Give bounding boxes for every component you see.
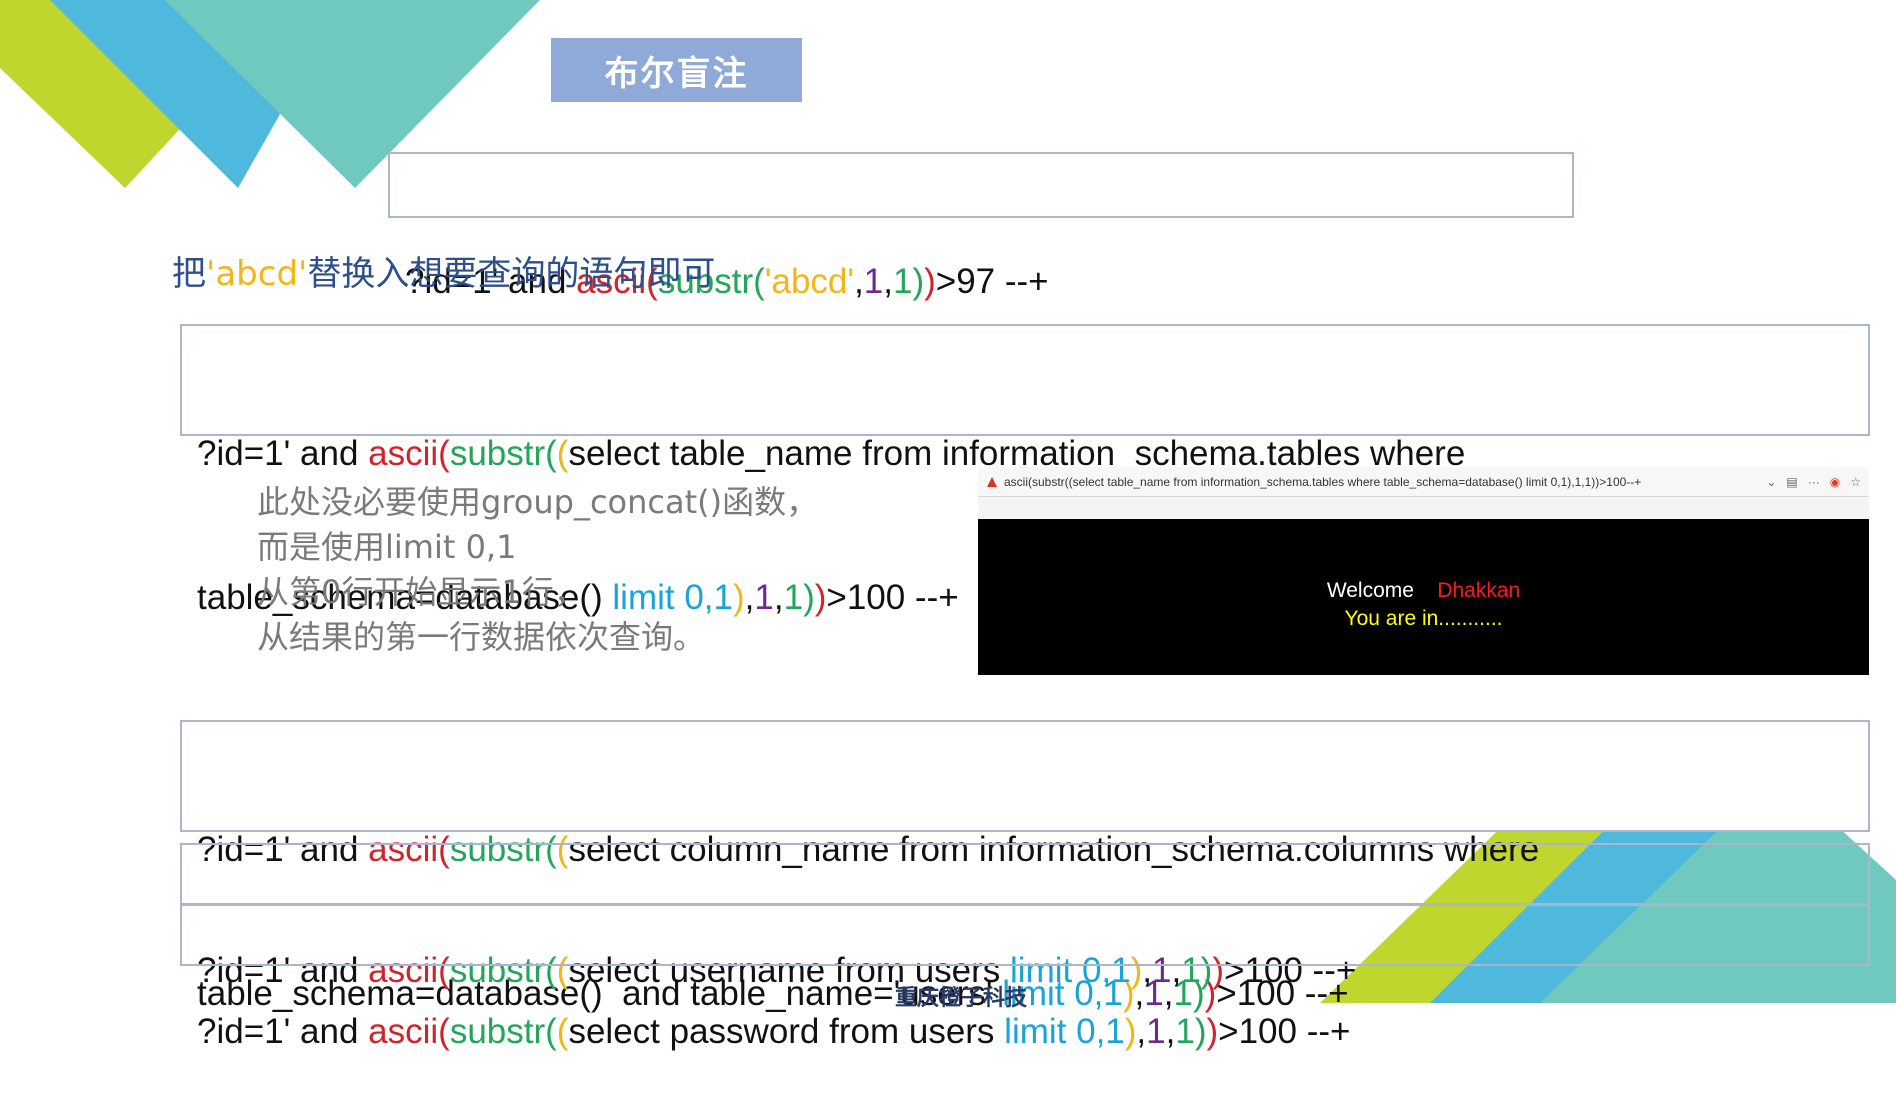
code-example-password: ?id=1' and ascii(substr((select password… <box>180 904 1870 1051</box>
code-example-username: ?id=1' and ascii(substr((select username… <box>180 843 1870 990</box>
code-token: ( <box>556 1012 569 1051</box>
code-token: , <box>883 262 893 301</box>
code-token: 1 <box>863 262 884 301</box>
code-token: , <box>854 262 864 301</box>
code-token: ?id=1' and <box>197 434 369 473</box>
code-token: ) <box>1124 1012 1137 1051</box>
code-token: , <box>1136 1012 1147 1051</box>
code-token: 'abcd' <box>764 262 855 301</box>
code-token: >100 --+ <box>826 578 959 617</box>
note-line: 从结果的第一行数据依次查询。 <box>257 618 706 656</box>
note-line: 而是使用limit 0,1 <box>257 528 517 566</box>
code-example-abcd: ?id=1' and ascii(substr('abcd',1,1))>97 … <box>388 152 1574 301</box>
code-token: ( <box>556 434 569 473</box>
browser-toolbar-strip <box>978 497 1869 519</box>
code-token: ) <box>1206 1012 1219 1051</box>
hint-highlight: 'abcd' <box>206 254 308 294</box>
page-output: Welcome Dhakkan You are in........... <box>978 577 1869 633</box>
more-icon: ··· <box>1807 474 1820 489</box>
replacement-hint: 把'abcd'替换入想要查询的语句即可 <box>172 246 715 295</box>
code-token: limit 0,1 <box>1004 1012 1125 1051</box>
status-text: You are in........... <box>1344 607 1503 630</box>
footer-company: 重庆橙子科技 <box>895 986 1028 1011</box>
page-favicon-icon <box>987 476 997 487</box>
limit-explanation: 此处没必要使用group_concat()函数， 而是使用limit 0,1 从… <box>257 480 818 660</box>
code-token: ?id=1' and <box>197 1012 369 1051</box>
code-token: >97 --+ <box>935 262 1049 301</box>
chevron-down-icon: ⌄ <box>1766 474 1777 489</box>
reader-icon: ▤ <box>1786 474 1798 489</box>
welcome-text: Welcome <box>1326 579 1414 602</box>
code-token: ascii( <box>368 1012 450 1051</box>
extension-icon: ◉ <box>1829 474 1841 489</box>
username-text: Dhakkan <box>1437 579 1521 602</box>
bookmark-star-icon: ☆ <box>1850 474 1861 489</box>
code-token: ) <box>924 262 936 301</box>
note-line: 此处没必要使用group_concat()函数， <box>257 483 819 521</box>
slide-title: 布尔盲注 <box>551 38 802 102</box>
code-token: ) <box>1194 1012 1207 1051</box>
browser-address-bar: ascii(substr((select table_name from inf… <box>978 467 1869 497</box>
code-token: substr( <box>449 1012 557 1051</box>
code-token: 1 <box>893 262 913 301</box>
code-token: , <box>1165 1012 1176 1051</box>
code-token: ascii( <box>368 434 450 473</box>
code-token: >100 --+ <box>1218 1012 1351 1051</box>
code-token: 1 <box>1175 1012 1195 1051</box>
browser-screenshot: ascii(substr((select table_name from inf… <box>978 467 1869 675</box>
browser-url: ascii(substr((select table_name from inf… <box>1004 474 1642 489</box>
code-example-columns: ?id=1' and ascii(substr((select column_n… <box>180 720 1870 1013</box>
code-token: substr( <box>449 434 557 473</box>
code-token: ) <box>912 262 925 301</box>
note-line: 从第0行开始显示1行， <box>257 573 586 611</box>
hint-suffix: 替换入想要查询的语句即可 <box>307 254 716 294</box>
code-example-tables: ?id=1' and ascii(substr((select table_na… <box>180 324 1870 617</box>
code-token: select password from users <box>568 1012 1005 1051</box>
code-token: 1 <box>1146 1012 1166 1051</box>
hint-prefix: 把 <box>172 254 206 294</box>
code-line: ?id=1' and ascii(substr((select password… <box>197 1008 1853 1056</box>
